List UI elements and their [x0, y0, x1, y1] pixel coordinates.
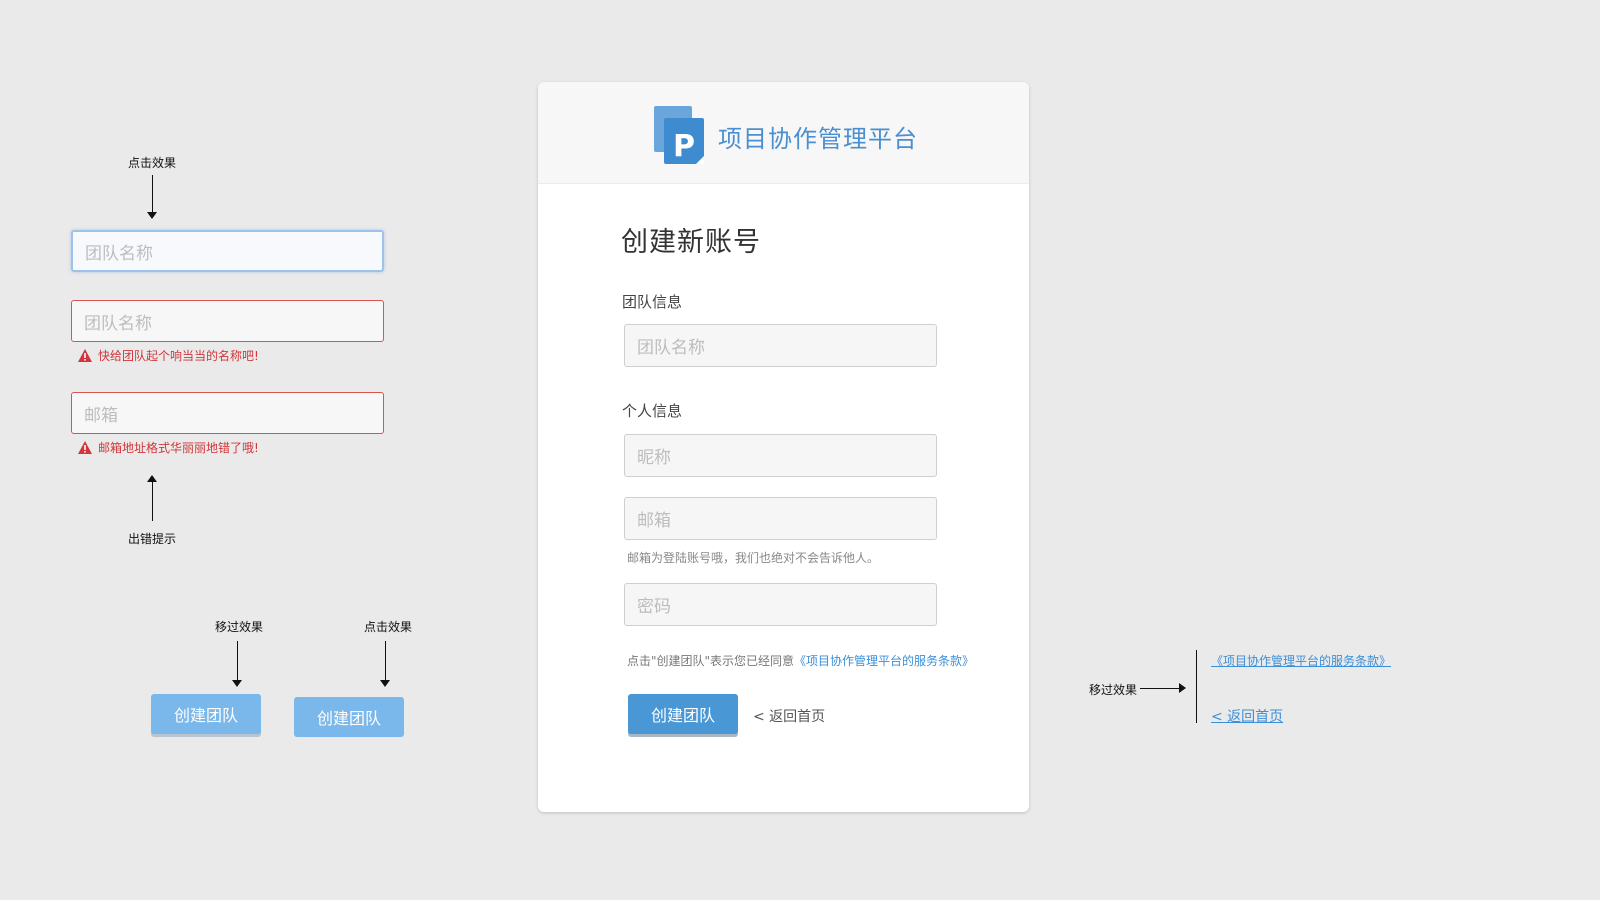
arrow-down-icon	[380, 680, 390, 687]
team-name-input[interactable]: 团队名称	[624, 324, 937, 367]
terms-notice: 点击"创建团队"表示您已经同意《项目协作管理平台的服务条款》	[627, 652, 974, 669]
team-name-input-focus-sample[interactable]: 团队名称	[71, 230, 384, 272]
annotation-arrow-line	[152, 481, 153, 521]
warning-icon	[78, 349, 92, 362]
error-message: 邮箱地址格式华丽丽地错了哦!	[78, 439, 259, 456]
team-name-input-error-sample[interactable]: 团队名称	[71, 300, 384, 342]
arrow-right-icon	[1179, 683, 1186, 693]
create-team-button[interactable]: 创建团队	[628, 694, 738, 734]
annotation-hover-effect: 移过效果	[215, 620, 264, 634]
personal-info-label: 个人信息	[622, 402, 683, 420]
arrow-down-icon	[232, 680, 242, 687]
placeholder-text: 团队名称	[84, 313, 152, 334]
annotation-arrow-line	[152, 175, 153, 213]
error-message: 快给团队起个响当当的名称吧!	[78, 347, 259, 364]
error-text: 快给团队起个响当当的名称吧!	[98, 349, 259, 363]
annotation-error-tip: 出错提示	[128, 532, 177, 546]
brand-name: 项目协作管理平台	[718, 124, 918, 153]
create-team-button-hover-sample[interactable]: 创建团队	[151, 694, 261, 734]
annotation-click-effect: 点击效果	[364, 620, 413, 634]
back-home-link[interactable]: < 返回首页	[753, 706, 825, 726]
logo-p-icon: P	[654, 106, 704, 164]
annotation-arrow-line	[1140, 688, 1180, 689]
annotation-hover-effect: 移过效果	[1089, 683, 1138, 697]
password-input[interactable]: 密码	[624, 583, 937, 626]
error-text: 邮箱地址格式华丽丽地错了哦!	[98, 441, 259, 455]
annotation-arrow-line	[237, 641, 238, 681]
create-team-button-press-sample[interactable]: 创建团队	[294, 697, 404, 737]
annotation-click-effect: 点击效果	[128, 156, 177, 170]
placeholder-text: 团队名称	[85, 243, 153, 264]
team-info-label: 团队信息	[622, 293, 683, 311]
svg-text:P: P	[673, 129, 695, 164]
terms-prefix: 点击"创建团队"表示您已经同意	[627, 654, 795, 668]
terms-link[interactable]: 《项目协作管理平台的服务条款》	[794, 654, 974, 668]
placeholder-text: 邮箱	[637, 511, 671, 531]
card-header: P 项目协作管理平台	[538, 82, 1029, 184]
placeholder-text: 邮箱	[84, 405, 118, 426]
annotation-bracket-line	[1196, 650, 1197, 723]
brand-logo: P 项目协作管理平台	[654, 106, 918, 166]
email-input-error-sample[interactable]: 邮箱	[71, 392, 384, 434]
email-input[interactable]: 邮箱	[624, 497, 937, 540]
email-hint: 邮箱为登陆账号哦，我们也绝对不会告诉他人。	[627, 551, 880, 565]
terms-link-hover-sample[interactable]: 《项目协作管理平台的服务条款》	[1211, 652, 1391, 669]
signup-card: P 项目协作管理平台 创建新账号 团队信息 团队名称 个人信息 昵称 邮箱 邮箱…	[538, 82, 1029, 812]
arrow-down-icon	[147, 212, 157, 219]
nickname-input[interactable]: 昵称	[624, 434, 937, 477]
back-home-link-hover-sample[interactable]: < 返回首页	[1211, 706, 1283, 726]
placeholder-text: 团队名称	[637, 338, 705, 358]
page-title: 创建新账号	[621, 227, 761, 258]
placeholder-text: 昵称	[637, 448, 671, 468]
warning-icon	[78, 441, 92, 454]
placeholder-text: 密码	[637, 597, 671, 617]
annotation-arrow-line	[385, 641, 386, 681]
